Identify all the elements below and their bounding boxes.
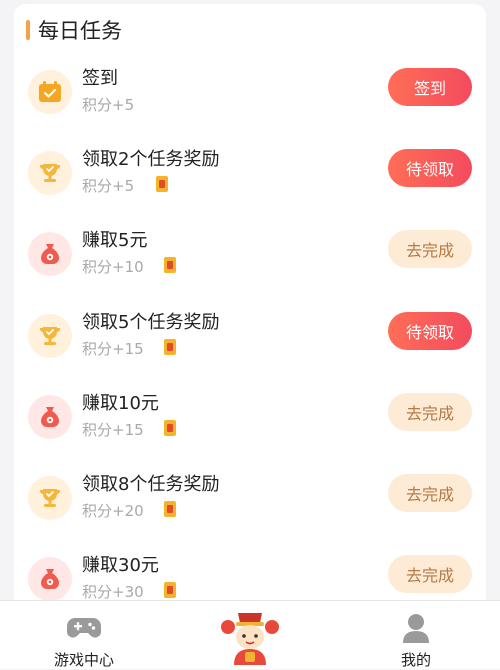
trophy-icon [28, 151, 72, 195]
task-name: 赚取30元 [82, 555, 159, 576]
gamepad-icon [67, 618, 101, 638]
mascot-center-button[interactable] [190, 601, 310, 669]
money-bag-icon [28, 395, 72, 439]
claim-reward-button[interactable]: 待领取 [388, 312, 472, 350]
trophy-icon [28, 314, 72, 358]
go-complete-button[interactable]: 去完成 [388, 555, 472, 593]
task-item-claim-8-rewards: 领取8个任务奖励 积分+20 去完成 [14, 470, 486, 532]
task-name: 领取5个任务奖励 [82, 312, 220, 333]
task-item-earn-10: 赚取10元 积分+15 去完成 [14, 389, 486, 451]
coupon-icon [164, 582, 176, 598]
task-points: 积分+20 [82, 502, 144, 520]
task-points: 积分+15 [82, 340, 144, 358]
coupon-icon [164, 257, 176, 273]
calendar-check-icon [28, 70, 72, 114]
task-name: 赚取5元 [82, 230, 148, 251]
section-header: 每日任务 [26, 16, 122, 44]
user-icon [403, 614, 429, 643]
tab-game-center[interactable]: 游戏中心 [24, 601, 144, 669]
go-complete-button[interactable]: 去完成 [388, 474, 472, 512]
task-name: 签到 [82, 68, 118, 89]
go-complete-button[interactable]: 去完成 [388, 230, 472, 268]
mascot-icon [221, 613, 279, 665]
tab-mine[interactable]: 我的 [356, 601, 476, 669]
task-item-claim-5-rewards: 领取5个任务奖励 积分+15 待领取 [14, 308, 486, 370]
task-points: 积分+15 [82, 421, 144, 439]
coupon-icon [164, 501, 176, 517]
task-points: 积分+5 [82, 177, 135, 195]
task-name: 领取8个任务奖励 [82, 474, 220, 495]
go-complete-button[interactable]: 去完成 [388, 393, 472, 431]
task-item-claim-2-rewards: 领取2个任务奖励 积分+5 待领取 [14, 145, 486, 207]
money-bag-icon [28, 557, 72, 601]
task-points: 积分+10 [82, 258, 144, 276]
coupon-icon [164, 339, 176, 355]
bottom-tab-bar: 游戏中心 我的 [0, 600, 500, 669]
coupon-icon [156, 176, 168, 192]
claim-reward-button[interactable]: 待领取 [388, 149, 472, 187]
title-accent-bar [26, 20, 30, 40]
task-name: 赚取10元 [82, 393, 159, 414]
trophy-icon [28, 476, 72, 520]
money-bag-icon [28, 232, 72, 276]
task-name: 领取2个任务奖励 [82, 149, 220, 170]
sign-in-button[interactable]: 签到 [388, 68, 472, 106]
task-points: 积分+5 [82, 96, 135, 114]
tab-label: 游戏中心 [53, 651, 114, 669]
task-item-sign-in: 签到 积分+5 签到 [14, 64, 486, 126]
coupon-icon [164, 420, 176, 436]
task-points: 积分+30 [82, 583, 144, 601]
task-item-earn-5: 赚取5元 积分+10 去完成 [14, 226, 486, 288]
tab-label: 我的 [400, 651, 431, 669]
section-title: 每日任务 [38, 19, 122, 43]
